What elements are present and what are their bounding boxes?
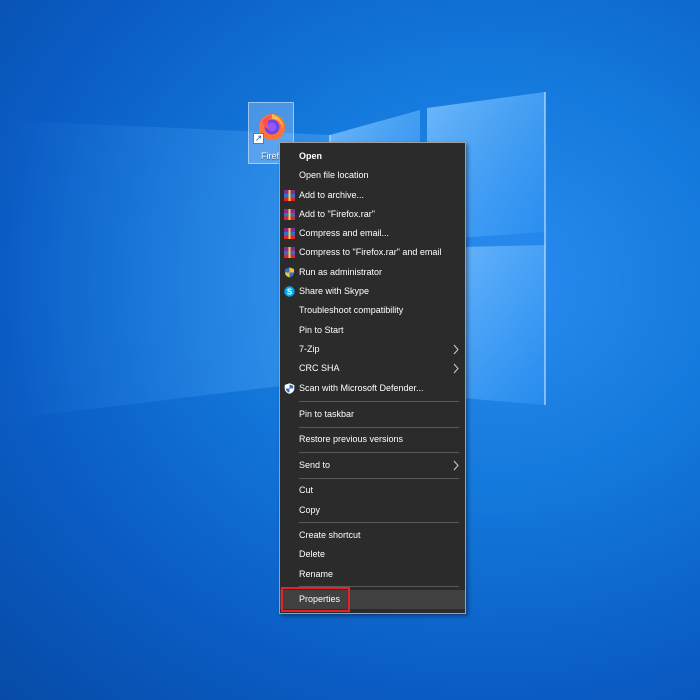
menu-item-cut[interactable]: Cut: [280, 481, 465, 500]
menu-item-create-shortcut[interactable]: Create shortcut: [280, 526, 465, 545]
menu-item-pin-to-start[interactable]: Pin to Start: [280, 321, 465, 340]
menu-item-pin-to-taskbar[interactable]: Pin to taskbar: [280, 405, 465, 424]
menu-item-compress-and-email[interactable]: Compress and email...: [280, 224, 465, 243]
winrar-icon: [284, 190, 295, 201]
menu-item-delete[interactable]: Delete: [280, 545, 465, 564]
shortcut-arrow-icon: ↗: [253, 133, 264, 144]
menu-item-send-to[interactable]: Send to: [280, 456, 465, 475]
menu-item-7-zip[interactable]: 7-Zip: [280, 340, 465, 359]
svg-text:S: S: [287, 287, 293, 296]
winrar-icon: [284, 247, 295, 258]
menu-separator: [299, 452, 459, 453]
menu-item-open-file-location[interactable]: Open file location: [280, 166, 465, 185]
skype-icon: S: [284, 286, 295, 297]
chevron-right-icon: [453, 344, 459, 355]
winrar-icon: [284, 209, 295, 220]
chevron-right-icon: [453, 460, 459, 471]
menu-item-open[interactable]: Open: [280, 147, 465, 166]
menu-item-troubleshoot-compatibility[interactable]: Troubleshoot compatibility: [280, 301, 465, 320]
context-menu: Open Open file location Add to archive..…: [279, 142, 466, 614]
menu-item-run-as-administrator[interactable]: Run as administrator: [280, 263, 465, 282]
winrar-icon: [284, 228, 295, 239]
menu-item-add-to-firefox-rar[interactable]: Add to "Firefox.rar": [280, 205, 465, 224]
menu-item-restore-previous-versions[interactable]: Restore previous versions: [280, 430, 465, 449]
uac-shield-icon: [285, 267, 294, 278]
chevron-right-icon: [453, 363, 459, 374]
menu-item-crc-sha[interactable]: CRC SHA: [280, 359, 465, 378]
menu-separator: [299, 522, 459, 523]
menu-item-copy[interactable]: Copy: [280, 501, 465, 520]
menu-item-share-with-skype[interactable]: S Share with Skype: [280, 282, 465, 301]
defender-icon: [284, 383, 295, 394]
menu-item-compress-to-rar-and-email[interactable]: Compress to "Firefox.rar" and email: [280, 243, 465, 262]
properties-highlight-outline: [281, 587, 350, 612]
menu-separator: [299, 478, 459, 479]
menu-item-rename[interactable]: Rename: [280, 565, 465, 584]
menu-separator: [299, 427, 459, 428]
menu-separator: [299, 401, 459, 402]
menu-item-add-to-archive[interactable]: Add to archive...: [280, 186, 465, 205]
menu-item-scan-with-defender[interactable]: Scan with Microsoft Defender...: [280, 379, 465, 398]
